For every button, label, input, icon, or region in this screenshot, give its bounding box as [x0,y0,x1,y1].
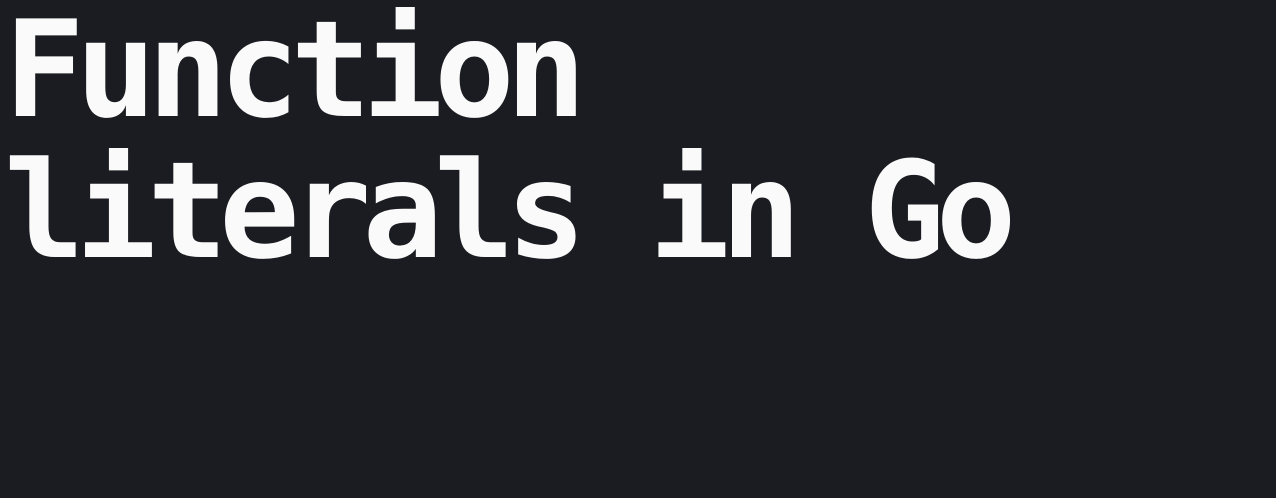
title-line-2: literals in Go [4,133,1016,289]
title-line-1: Function [4,0,586,148]
page-title: Function literals in Go [4,0,1016,289]
title-slide: Function literals in Go [0,0,1276,498]
